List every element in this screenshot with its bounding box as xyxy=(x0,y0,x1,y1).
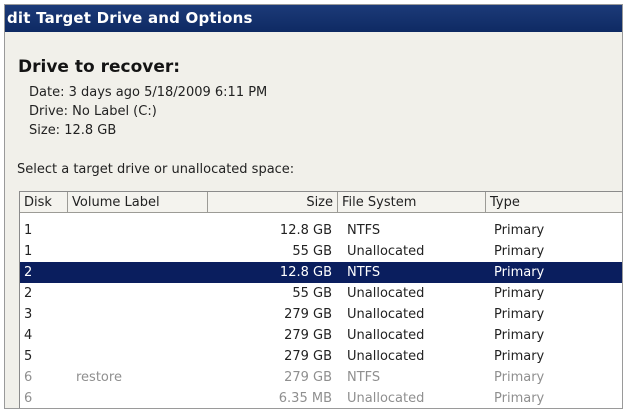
cell-type: Primary xyxy=(494,391,545,406)
dialog-window: dit Target Drive and Options Drive to re… xyxy=(4,4,623,409)
cell-size: 12.8 GB xyxy=(279,265,332,280)
table-row[interactable]: 4 279 GB Unallocated Primary xyxy=(20,325,622,346)
cell-disk: 2 xyxy=(24,286,33,301)
cell-type: Primary xyxy=(494,349,545,364)
cell-disk: 6 xyxy=(24,370,33,385)
column-header-disk[interactable]: Disk xyxy=(20,192,68,213)
column-header-file-system[interactable]: File System xyxy=(338,192,486,213)
window-title: dit Target Drive and Options xyxy=(7,9,253,27)
column-header-volume-label[interactable]: Volume Label xyxy=(68,192,208,213)
table-row[interactable]: 1 12.8 GB NTFS Primary xyxy=(20,220,622,241)
cell-type: Primary xyxy=(494,370,545,385)
cell-type: Primary xyxy=(494,223,545,238)
target-prompt: Select a target drive or unallocated spa… xyxy=(17,162,295,177)
table-row[interactable]: 1 55 GB Unallocated Primary xyxy=(20,241,622,262)
column-header-size[interactable]: Size xyxy=(208,192,338,213)
table-row[interactable]: 6 restore 279 GB NTFS Primary xyxy=(20,367,622,388)
cell-file-system: Unallocated xyxy=(347,391,425,406)
cell-file-system: Unallocated xyxy=(347,307,425,322)
cell-file-system: Unallocated xyxy=(347,349,425,364)
recover-date: Date: 3 days ago 5/18/2009 6:11 PM xyxy=(29,85,268,100)
table-body: 1 12.8 GB NTFS Primary 1 55 GB Unallocated Prim… xyxy=(20,220,622,408)
recover-size: Size: 12.8 GB xyxy=(29,123,117,138)
table-row[interactable]: 2 12.8 GB NTFS Primary xyxy=(20,262,622,283)
cell-type: Primary xyxy=(494,307,545,322)
cell-file-system: Unallocated xyxy=(347,244,425,259)
table-header: Disk Volume Label Size File System Type xyxy=(20,192,622,215)
title-bar[interactable]: dit Target Drive and Options xyxy=(5,5,622,32)
cell-size: 279 GB xyxy=(284,349,332,364)
drive-to-recover-heading: Drive to recover: xyxy=(18,57,181,77)
cell-file-system: NTFS xyxy=(347,265,381,280)
cell-size: 279 GB xyxy=(284,370,332,385)
table-row[interactable]: 2 55 GB Unallocated Primary xyxy=(20,283,622,304)
cell-file-system: Unallocated xyxy=(347,286,425,301)
column-header-type[interactable]: Type xyxy=(486,192,622,213)
cell-size: 279 GB xyxy=(284,328,332,343)
cell-file-system: NTFS xyxy=(347,223,381,238)
table-row[interactable]: 3 279 GB Unallocated Primary xyxy=(20,304,622,325)
cell-disk: 6 xyxy=(24,391,33,406)
table-row[interactable]: 6 6.35 MB Unallocated Primary xyxy=(20,388,622,408)
cell-type: Primary xyxy=(494,328,545,343)
cell-disk: 1 xyxy=(24,223,33,238)
recover-drive: Drive: No Label (C:) xyxy=(29,104,157,119)
cell-disk: 4 xyxy=(24,328,33,343)
cell-disk: 1 xyxy=(24,244,33,259)
cell-volume-label: restore xyxy=(76,370,122,385)
target-drive-table[interactable]: Disk Volume Label Size File System Type … xyxy=(19,191,622,408)
cell-type: Primary xyxy=(494,265,545,280)
cell-file-system: Unallocated xyxy=(347,328,425,343)
cell-disk: 5 xyxy=(24,349,33,364)
cell-size: 55 GB xyxy=(292,244,332,259)
cell-size: 6.35 MB xyxy=(278,391,332,406)
table-row[interactable]: 5 279 GB Unallocated Primary xyxy=(20,346,622,367)
cell-disk: 3 xyxy=(24,307,33,322)
cell-type: Primary xyxy=(494,286,545,301)
cell-size: 12.8 GB xyxy=(279,223,332,238)
cell-type: Primary xyxy=(494,244,545,259)
cell-size: 55 GB xyxy=(292,286,332,301)
cell-disk: 2 xyxy=(24,265,33,280)
cell-size: 279 GB xyxy=(284,307,332,322)
cell-file-system: NTFS xyxy=(347,370,381,385)
